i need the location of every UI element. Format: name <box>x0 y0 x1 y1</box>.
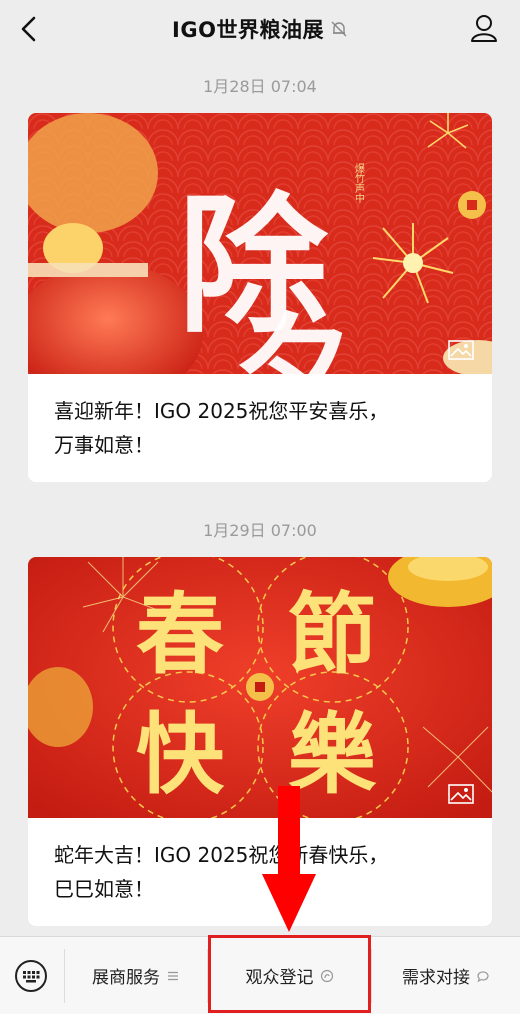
article-banner[interactable]: 除 夕 爆竹声中 <box>28 113 492 442</box>
highlight-box-annotation <box>208 935 371 1013</box>
page-title: IGO世界粮油展 <box>172 18 324 42</box>
svg-text:爆竹声中: 爆竹声中 <box>353 163 365 204</box>
svg-text:快: 快 <box>136 702 225 806</box>
image-icon <box>448 784 474 804</box>
svg-text:夕: 夕 <box>233 301 353 374</box>
muted-bell-icon <box>331 21 347 37</box>
message-timestamp: 1月29日 07:00 <box>203 521 317 540</box>
back-arrow-icon[interactable] <box>16 14 42 44</box>
article-card[interactable]: 春 節 快 樂 蛇年大吉！IGO 2025祝您新春快乐， 巳巳如意！ <box>28 557 492 926</box>
menu-label: 展商服务 <box>92 968 160 988</box>
title-wrap: IGO世界粮油展 <box>172 14 348 44</box>
menu-label: 需求对接 <box>402 968 470 988</box>
chat-bubble-icon <box>477 970 489 982</box>
red-arrow-annotation <box>262 786 316 932</box>
article-card[interactable]: 除 夕 爆竹声中 喜迎新年！IGO 2025祝您平安喜乐， 万事如意！ <box>28 113 492 482</box>
spring-festival-banner-image: 春 節 快 樂 <box>28 557 492 823</box>
message-timestamp: 1月28日 07:04 <box>203 77 317 96</box>
image-icon <box>448 340 474 360</box>
menu-demand-matching[interactable]: 需求对接 <box>372 937 520 1014</box>
keyboard-icon[interactable] <box>14 959 48 993</box>
svg-text:節: 節 <box>288 582 376 686</box>
article-caption: 喜迎新年！IGO 2025祝您平安喜乐， 万事如意！ <box>28 374 492 462</box>
caption-line: 喜迎新年！IGO 2025祝您平安喜乐， <box>54 399 389 423</box>
new-year-eve-banner-image: 除 夕 爆竹声中 <box>28 113 492 442</box>
caption-line: 蛇年大吉！IGO 2025祝您新春快乐， <box>54 843 389 867</box>
article-banner[interactable]: 春 節 快 樂 <box>28 557 492 823</box>
caption-line: 巳巳如意！ <box>54 877 154 901</box>
profile-icon[interactable] <box>470 13 498 43</box>
caption-line: 万事如意！ <box>54 433 154 457</box>
menu-lines-icon <box>168 971 178 980</box>
svg-text:春: 春 <box>136 582 224 686</box>
chat-header: IGO世界粮油展 <box>0 0 520 58</box>
menu-exhibitor-services[interactable]: 展商服务 <box>65 937 207 1014</box>
article-caption: 蛇年大吉！IGO 2025祝您新春快乐， 巳巳如意！ <box>28 818 492 906</box>
